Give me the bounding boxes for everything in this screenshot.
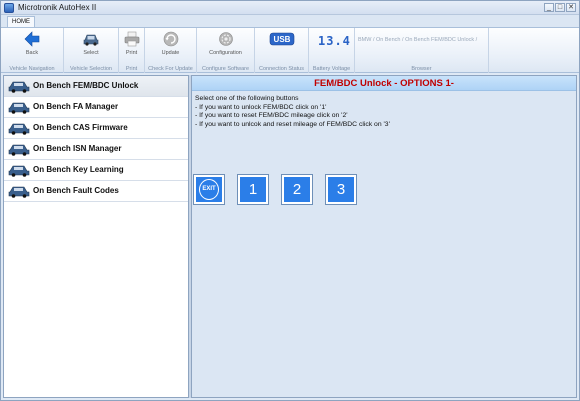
back-label: Back: [25, 50, 39, 56]
window-title: Microtronik AutoHex II: [18, 3, 97, 12]
battery-voltage-display: 13.4: [309, 30, 354, 60]
group-connection-status: USB Connection Status: [255, 28, 309, 73]
group-label: Vehicle Navigation: [9, 66, 55, 72]
group-label: Vehicle Selection: [70, 66, 112, 72]
car-icon: [8, 123, 30, 135]
option-3-button[interactable]: 3: [325, 174, 357, 205]
group-vehicle-selection: Select Vehicle Selection: [64, 28, 119, 73]
nav-item-label: On Bench CAS Firmware: [33, 123, 128, 132]
nav-item-label: On Bench FA Manager: [33, 102, 119, 111]
group-label: Check For Update: [148, 66, 193, 72]
title-bar: Microtronik AutoHex II _ □ ✕: [1, 1, 579, 15]
instruction-line: - If you want to unlcok and reset mileag…: [195, 120, 390, 128]
group-print: Print Print: [119, 28, 145, 73]
instruction-line: - If you want to reset FEM/BDC mileage c…: [195, 112, 348, 119]
update-button[interactable]: Update: [145, 30, 196, 60]
nav-item-fault-codes[interactable]: On Bench Fault Codes: [4, 181, 188, 202]
car-icon: [8, 81, 30, 93]
gear-icon: [218, 32, 233, 46]
voltage-readout: 13.4: [318, 34, 351, 48]
option-2-button[interactable]: 2: [281, 174, 313, 205]
close-button[interactable]: ✕: [566, 3, 576, 12]
configuration-label: Configuration: [209, 50, 242, 56]
back-arrow-icon: [24, 31, 40, 47]
nav-item-label: On Bench ISN Manager: [33, 144, 122, 153]
nav-item-cas-firmware[interactable]: On Bench CAS Firmware: [4, 118, 188, 139]
car-icon: [83, 34, 99, 46]
nav-item-fa-manager[interactable]: On Bench FA Manager: [4, 97, 188, 118]
instruction-line: Select one of the following buttons: [195, 95, 299, 102]
printer-icon: [124, 31, 139, 47]
group-configure-software: Configuration Configure Software: [197, 28, 255, 73]
minimize-button[interactable]: _: [544, 3, 554, 12]
nav-item-key-learning[interactable]: On Bench Key Learning: [4, 160, 188, 181]
connection-status-indicator: USB: [255, 30, 308, 60]
print-label: Print: [125, 50, 138, 56]
exit-button[interactable]: EXIT: [193, 174, 225, 205]
maximize-button[interactable]: □: [555, 3, 565, 12]
content-panel: FEM/BDC Unlock - OPTIONS 1- Select one o…: [191, 75, 577, 398]
app-window: Microtronik AutoHex II _ □ ✕ HOME Back V…: [0, 0, 580, 401]
option-1-button[interactable]: 1: [237, 174, 269, 205]
update-icon: [163, 31, 178, 47]
group-browser: Browser: [355, 28, 489, 73]
update-label: Update: [161, 50, 180, 56]
usb-icon-text: USB: [273, 35, 290, 44]
group-label: Configure Software: [201, 66, 250, 72]
content-title: FEM/BDC Unlock - OPTIONS 1-: [192, 76, 576, 91]
exit-label: EXIT: [202, 186, 216, 192]
select-button[interactable]: Select: [64, 30, 118, 60]
group-battery-voltage: 13.4 Battery Voltage: [309, 28, 355, 73]
group-check-for-update: Update Check For Update: [145, 28, 197, 73]
instructions: Select one of the following buttons - If…: [195, 95, 390, 129]
select-label: Select: [83, 50, 99, 56]
group-label: Browser: [411, 66, 432, 72]
back-button[interactable]: Back: [1, 30, 63, 60]
nav-item-label: On Bench Key Learning: [33, 165, 124, 174]
usb-icon: USB: [269, 32, 294, 46]
print-button[interactable]: Print: [119, 30, 144, 60]
car-icon: [8, 102, 30, 114]
car-icon: [8, 165, 30, 177]
nav-item-label: On Bench Fault Codes: [33, 186, 119, 195]
ribbon-tab-strip: HOME: [1, 15, 579, 27]
sidebar-nav: On Bench FEM/BDC Unlock On Bench FA Mana…: [3, 75, 189, 398]
nav-item-isn-manager[interactable]: On Bench ISN Manager: [4, 139, 188, 160]
app-icon: [4, 3, 14, 13]
car-icon: [8, 144, 30, 156]
ribbon: Back Vehicle Navigation Select Vehicle S…: [1, 27, 579, 73]
group-label: Print: [125, 66, 138, 72]
group-vehicle-navigation: Back Vehicle Navigation: [1, 28, 64, 73]
tab-home[interactable]: HOME: [7, 16, 35, 27]
nav-item-label: On Bench FEM/BDC Unlock: [33, 81, 139, 90]
configuration-button[interactable]: Configuration: [197, 30, 254, 60]
group-label: Battery Voltage: [312, 66, 351, 72]
instruction-line: - If you want to unlock FEM/BDC click on…: [195, 103, 327, 111]
browser-path[interactable]: BMW / On Bench / On Bench FEM/BDC Unlock…: [358, 37, 486, 44]
nav-item-fem-bdc-unlock[interactable]: On Bench FEM/BDC Unlock: [4, 76, 188, 97]
group-label: Connection Status: [259, 66, 304, 72]
car-icon: [8, 186, 30, 198]
